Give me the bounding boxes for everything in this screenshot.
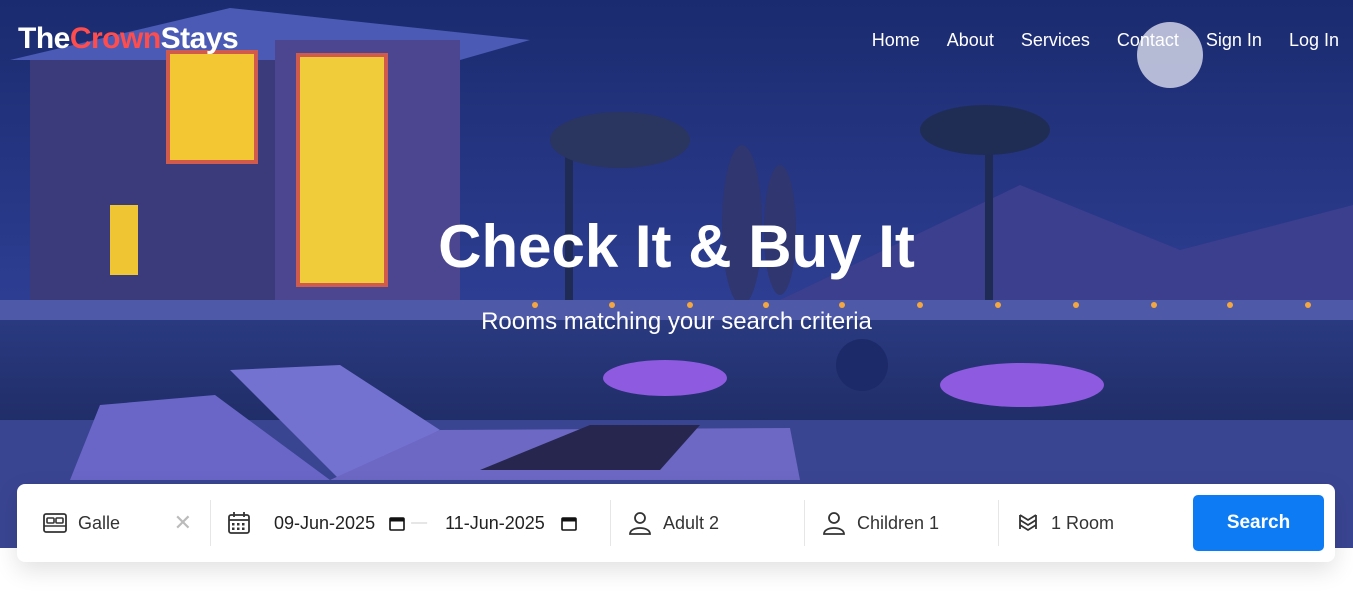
nav-log-in[interactable]: Log In [1289, 30, 1339, 51]
hero-banner: TheCrownStays Home About Services Contac… [0, 0, 1353, 548]
clear-icon[interactable]: ✕ [174, 510, 192, 536]
nav-home[interactable]: Home [872, 30, 920, 51]
person-icon [629, 512, 651, 535]
adults-value[interactable]: Adult 2 [663, 513, 719, 534]
brand-logo[interactable]: TheCrownStays [18, 22, 239, 56]
calendar-picker-icon[interactable] [561, 515, 577, 531]
calendar-icon [228, 512, 250, 534]
calendar-picker-icon[interactable] [389, 515, 405, 531]
nav-sign-in[interactable]: Sign In [1206, 30, 1262, 51]
checkout-date[interactable]: 11-Jun-2025 [445, 513, 545, 534]
rooms-field[interactable]: 1 Room [999, 500, 1179, 546]
brand-part-stays: Stays [160, 22, 239, 55]
person-icon [823, 512, 845, 535]
layers-icon [1019, 514, 1037, 532]
nav-contact[interactable]: Contact [1117, 30, 1179, 51]
brand-part-the: The [18, 22, 70, 55]
destination-value[interactable]: Galle [78, 513, 120, 534]
rooms-value[interactable]: 1 Room [1051, 513, 1114, 534]
hero-subtitle: Rooms matching your search criteria [481, 308, 872, 335]
destination-field[interactable]: Galle ✕ [17, 500, 211, 546]
date-range-field: 09-Jun-2025 — 11-Jun-2025 [211, 500, 611, 546]
nav-services[interactable]: Services [1021, 30, 1090, 51]
search-button[interactable]: Search [1193, 495, 1324, 551]
bed-icon [43, 513, 67, 533]
hero-title: Check It & Buy It [438, 213, 915, 280]
date-separator: — [411, 514, 428, 531]
search-bar: Galle ✕ 09-Jun-2025 — 11-Jun-2025 Adult … [17, 484, 1335, 562]
checkin-date[interactable]: 09-Jun-2025 [274, 513, 375, 534]
children-value[interactable]: Children 1 [857, 513, 939, 534]
nav-about[interactable]: About [947, 30, 994, 51]
brand-part-crown: Crown [69, 22, 161, 55]
top-navigation: Home About Services Contact Sign In Log … [845, 30, 1339, 51]
adults-field[interactable]: Adult 2 [611, 500, 805, 546]
children-field[interactable]: Children 1 [805, 500, 999, 546]
